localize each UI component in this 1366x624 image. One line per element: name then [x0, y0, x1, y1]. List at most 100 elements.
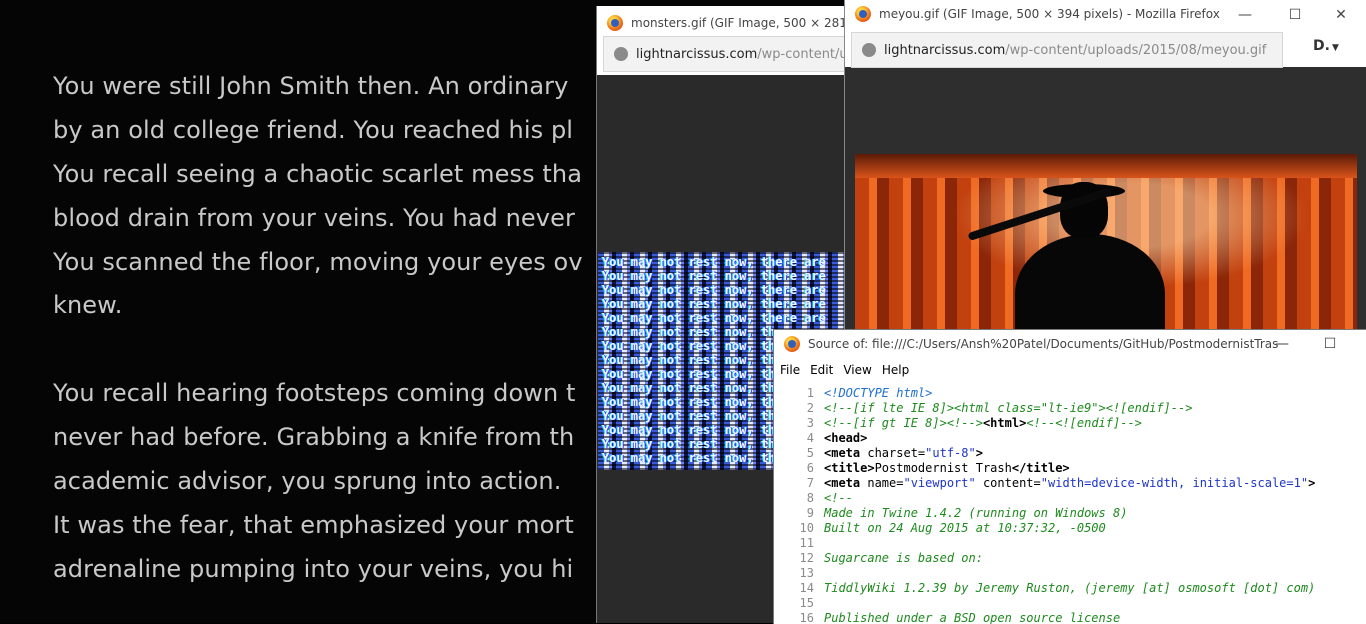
code-line: 14 TiddlyWiki 1.2.39 by Jeremy Ruston, (j…	[774, 581, 1366, 596]
menu-help[interactable]: Help	[882, 363, 909, 377]
firefox-icon	[855, 6, 871, 22]
url-text: lightnarcissus.com/wp-content/uploads/20…	[884, 43, 1266, 58]
code-line: 1 <!DOCTYPE html>	[774, 386, 1366, 401]
story-line: You recall hearing footsteps coming down…	[53, 379, 576, 407]
code-line: 13	[774, 566, 1366, 581]
story-line: knew.	[53, 291, 123, 319]
image-text: You may not rest now, there are	[602, 269, 826, 283]
code-line: 9 Made in Twine 1.4.2 (running on Windows…	[774, 506, 1366, 521]
code-token: Sugarcane is based on:	[824, 551, 983, 565]
code-token: TiddlyWiki 1.2.39 by Jeremy Ruston, (jer…	[824, 581, 1316, 595]
image-text: You may not rest now, there are	[602, 297, 826, 311]
url-host: lightnarcissus.com	[636, 46, 758, 62]
url-host: lightnarcissus.com	[884, 42, 1006, 58]
code-token: Built on 24 Aug 2015 at 10:37:32, -0500	[824, 521, 1106, 535]
code-token: <!--	[824, 491, 853, 505]
line-number: 3	[806, 416, 814, 430]
code-line: 16 Published under a BSD open source lice…	[774, 611, 1366, 624]
line-number: 1	[806, 386, 814, 400]
minimize-button[interactable]: —	[1222, 0, 1268, 30]
firefox-icon	[607, 15, 623, 31]
code-token: <title>	[824, 461, 875, 475]
code-line: 11	[774, 536, 1366, 551]
globe-icon	[862, 43, 876, 57]
code-token: </title>	[1011, 461, 1070, 475]
code-line: 15	[774, 596, 1366, 611]
line-number: 13	[799, 566, 814, 580]
code-token: Published under a BSD open source licens…	[824, 611, 1121, 624]
url-bar[interactable]: lightnarcissus.com/wp-content/uploads/20…	[851, 32, 1283, 68]
code-token: <head>	[824, 431, 868, 445]
story-line: never had before. Grabbing a knife from …	[53, 423, 575, 451]
story-line: by an old college friend. You reached hi…	[53, 116, 574, 144]
window-title: meyou.gif (GIF Image, 500 × 394 pixels) …	[879, 7, 1220, 21]
url-path: /wp-content/uploads/2015/08/meyou.gif	[1005, 42, 1267, 58]
code-line: 5 <meta charset= "utf-8" >	[774, 446, 1366, 461]
close-button[interactable]: ✕	[1318, 0, 1364, 30]
line-number: 6	[806, 461, 814, 475]
story-line: You scanned the floor, moving your eyes …	[53, 248, 583, 276]
line-number: 12	[799, 551, 814, 565]
line-number: 15	[799, 596, 814, 610]
code-token: "width=device-width, initial-scale=1"	[1040, 476, 1309, 490]
code-token: <!--[if lte IE 8]><html class="lt-ie9"><…	[824, 401, 1193, 415]
title-bar[interactable]: monsters.gif (GIF Image, 500 × 281 pixel…	[597, 6, 849, 40]
minimize-button[interactable]: —	[1259, 330, 1305, 359]
story-line: You were still John Smith then. An ordin…	[53, 72, 569, 100]
meyou-gif-window[interactable]: meyou.gif (GIF Image, 500 × 394 pixels) …	[844, 0, 1366, 330]
window-chrome: monsters.gif (GIF Image, 500 × 281 pixel…	[597, 6, 849, 75]
menu-bar: File Edit View Help	[774, 360, 1366, 380]
code-token: <!--[if gt IE 8]><!-->	[824, 416, 983, 430]
code-token: "viewport"	[903, 476, 976, 490]
story-line: academic advisor, you sprung into action…	[53, 467, 562, 495]
image-text: You may not rest now, there are	[602, 283, 826, 297]
story-line: It was the fear, that emphasized your mo…	[53, 511, 574, 539]
code-line: 6 <title> Postmodernist Trash </title>	[774, 461, 1366, 476]
page-source-window[interactable]: Source of: file:///C:/Users/Ansh%20Patel…	[773, 329, 1366, 624]
code-token: "utf-8"	[925, 446, 976, 460]
story-line: You recall seeing a chaotic scarlet mess…	[53, 160, 583, 188]
url-bar[interactable]: lightnarcissus.com/wp-content/uplo	[603, 36, 849, 72]
code-token: <html>	[982, 416, 1027, 430]
code-token: Made in Twine 1.4.2 (running on Windows …	[824, 506, 1128, 520]
chevron-down-icon: ▼	[1331, 43, 1339, 53]
line-number: 16	[799, 611, 814, 624]
image-ceiling	[855, 154, 1357, 178]
code-token: content=	[975, 476, 1041, 490]
image-silhouette	[1015, 234, 1165, 330]
line-number: 8	[806, 491, 814, 505]
menu-edit[interactable]: Edit	[810, 363, 833, 377]
maximize-button[interactable]: ☐	[1272, 0, 1318, 30]
image-text: You may not rest now, there are	[602, 311, 826, 325]
globe-icon	[614, 47, 628, 61]
image-text: You may not rest now, there are	[602, 255, 826, 269]
line-number: 7	[806, 476, 814, 490]
url-path: /wp-content/uplo	[757, 46, 849, 62]
code-token: name=	[860, 476, 904, 490]
code-line: 2 <!--[if lte IE 8]><html class="lt-ie9">…	[774, 401, 1366, 416]
code-line: 3 <!--[if gt IE 8]><!--> <html> <!--<![endi…	[774, 416, 1366, 431]
code-token: charset=	[860, 446, 926, 460]
extension-label: D.	[1313, 38, 1330, 54]
line-number: 11	[799, 536, 814, 550]
window-chrome: meyou.gif (GIF Image, 500 × 394 pixels) …	[845, 0, 1366, 68]
code-line: 10 Built on 24 Aug 2015 at 10:37:32, -050…	[774, 521, 1366, 536]
line-number: 9	[806, 506, 814, 520]
line-number: 10	[799, 521, 814, 535]
code-token: >	[1308, 476, 1316, 490]
extension-button[interactable]: D. ▼	[1313, 38, 1339, 54]
line-number: 4	[806, 431, 814, 445]
menu-view[interactable]: View	[843, 363, 871, 377]
menu-file[interactable]: File	[780, 363, 800, 377]
window-title: monsters.gif (GIF Image, 500 × 281 pixel…	[631, 16, 849, 30]
line-number: 5	[806, 446, 814, 460]
story-line: blood drain from your veins. You had nev…	[53, 204, 575, 232]
code-token: <!--<![endif]-->	[1026, 416, 1142, 430]
code-line: 12 Sugarcane is based on:	[774, 551, 1366, 566]
code-token: <meta	[824, 446, 861, 460]
code-token: <meta	[824, 476, 861, 490]
maximize-button[interactable]: ☐	[1307, 330, 1353, 359]
source-code-view[interactable]: 1 <!DOCTYPE html> 2 <!--[if lte IE 8]><html…	[774, 386, 1366, 624]
line-number: 2	[806, 401, 814, 415]
code-line: 8 <!--	[774, 491, 1366, 506]
